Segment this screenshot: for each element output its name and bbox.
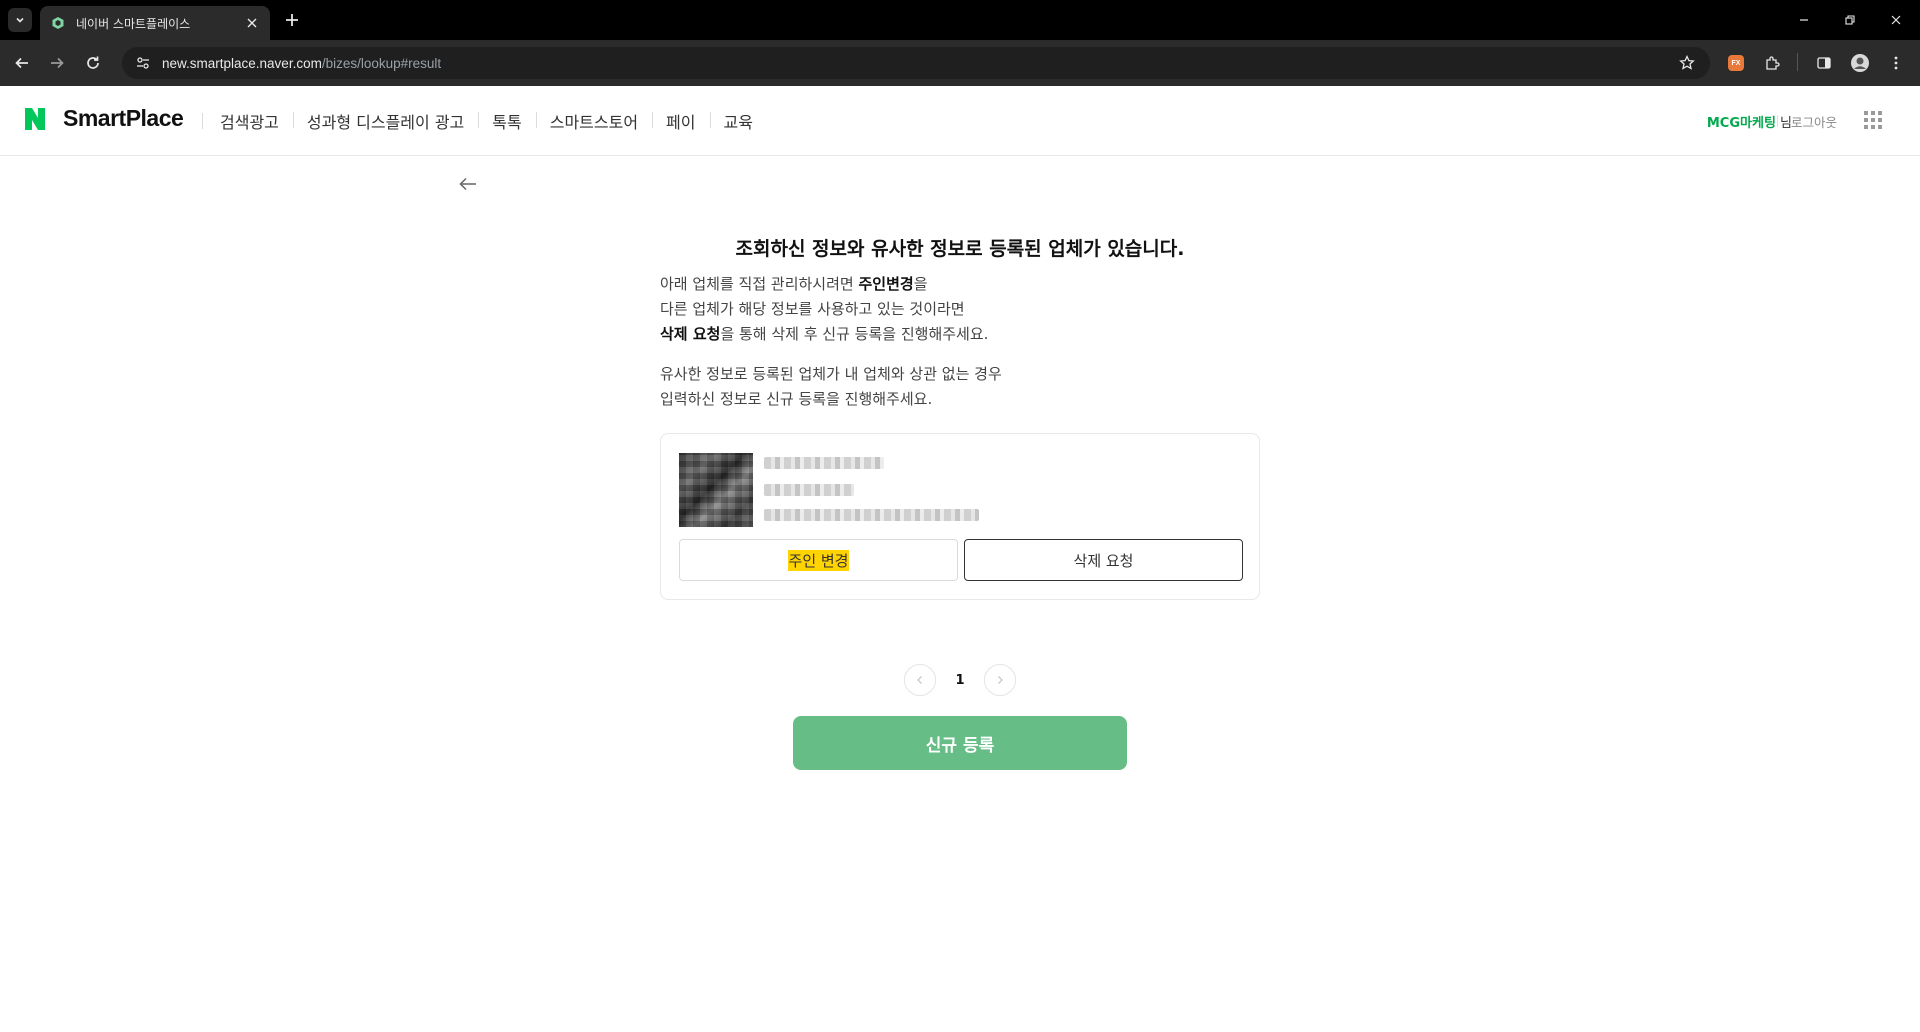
owner-change-button[interactable]: 주인 변경 [679,539,958,581]
site-header: SmartPlace 검색광고 성과형 디스플레이 광고 톡톡 스마트스토어 페… [0,86,1920,156]
new-tab-button[interactable] [282,10,302,30]
tab-title: 네이버 스마트플레이스 [76,16,191,31]
smartplace-logo[interactable]: SmartPlace [63,105,184,132]
toolbar-divider [1797,53,1798,71]
close-window-button[interactable] [1884,8,1908,32]
nav-display-ads[interactable]: 성과형 디스플레이 광고 [292,109,478,133]
redacted-business-name [764,457,884,469]
plus-icon [286,14,298,26]
business-result-card: 주인 변경 삭제 요청 [660,433,1260,600]
browser-tab[interactable]: 네이버 스마트플레이스 [40,6,270,40]
tab-search-button[interactable] [8,8,32,32]
nav-talktalk[interactable]: 톡톡 [478,109,535,133]
desc-text: 다른 업체가 해당 정보를 사용하고 있는 것이라면 [660,300,965,318]
browser-tab-strip: 네이버 스마트플레이스 [0,0,1920,40]
redacted-address [764,509,979,521]
desc-text: 아래 업체를 직접 관리하시려면 [660,275,859,293]
page-description: 아래 업체를 직접 관리하시려면 주인변경을 다른 업체가 해당 정보를 사용하… [660,272,1260,412]
more-menu-icon[interactable] [1884,51,1908,75]
delete-request-button[interactable]: 삭제 요청 [964,539,1243,581]
close-icon [1891,15,1901,25]
forward-button[interactable] [43,49,71,77]
url-path: /bizes/lookup#result [321,55,442,71]
prev-page-button[interactable] [904,664,936,696]
chevron-right-icon [998,676,1003,684]
current-page-number[interactable]: 1 [955,673,964,688]
owner-change-label: 주인 변경 [787,549,850,571]
reload-button[interactable] [79,49,107,77]
minimize-icon [1800,19,1808,21]
close-tab-icon[interactable] [244,15,260,31]
nav-search-ads[interactable]: 검색광고 [202,109,293,133]
redacted-phone [764,484,854,496]
description-paragraph-1: 아래 업체를 직접 관리하시려면 주인변경을 다른 업체가 해당 정보를 사용하… [660,272,1260,347]
fx-extension-icon[interactable]: FX [1724,51,1748,75]
chevron-down-icon [16,17,24,23]
desc-text: 유사한 정보로 등록된 업체가 내 업체와 상관 없는 경우 [660,365,1002,383]
nav-smartstore[interactable]: 스마트스토어 [535,109,652,133]
user-name[interactable]: MCG마케팅 [1707,116,1776,131]
desc-bold-owner-change: 주인변경 [858,275,914,293]
extensions-puzzle-icon[interactable] [1760,51,1784,75]
minimize-button[interactable] [1792,8,1816,32]
apps-grid-icon[interactable] [1864,111,1882,129]
site-info-icon[interactable] [132,52,154,74]
profile-avatar-icon[interactable] [1848,51,1872,75]
side-panel-icon[interactable] [1812,51,1836,75]
business-thumbnail [679,453,753,527]
pagination: 1 [904,664,1016,696]
description-paragraph-2: 유사한 정보로 등록된 업체가 내 업체와 상관 없는 경우 입력하신 정보로 … [660,362,1260,412]
new-registration-button[interactable]: 신규 등록 [793,716,1127,770]
card-actions: 주인 변경 삭제 요청 [679,539,1243,581]
nav-pay[interactable]: 페이 [652,109,709,133]
address-bar[interactable]: new.smartplace.naver.com/bizes/lookup#re… [122,47,1710,79]
user-greeting: MCG마케팅 님 [1707,112,1792,131]
desc-bold-delete-request: 삭제 요청 [660,325,721,343]
logout-link[interactable]: 로그아웃 [1791,112,1837,131]
arrow-left-icon [15,57,28,69]
back-arrow-button[interactable] [456,172,480,196]
browser-toolbar: new.smartplace.naver.com/bizes/lookup#re… [0,40,1920,86]
page-title: 조회하신 정보와 유사한 정보로 등록된 업체가 있습니다. [735,238,1185,260]
header-divider [1777,115,1778,127]
desc-text: 입력하신 정보로 신규 등록을 진행해주세요. [660,390,933,408]
naver-n-logo-icon[interactable] [25,108,45,130]
restore-button[interactable] [1838,8,1862,32]
arrow-left-icon [459,177,476,191]
desc-text: 을 [913,275,928,293]
chevron-left-icon [917,676,922,684]
restore-icon [1845,15,1855,25]
bookmark-star-icon[interactable] [1676,52,1698,74]
global-nav: 검색광고 성과형 디스플레이 광고 톡톡 스마트스토어 페이 교육 [202,86,767,156]
url-host: new.smartplace.naver.com [162,55,322,71]
reload-icon [87,56,99,69]
user-name-suffix: 님 [1775,116,1792,131]
desc-text: 을 통해 삭제 후 신규 등록을 진행해주세요. [720,325,989,343]
arrow-right-icon [51,57,64,69]
url-text: new.smartplace.naver.com/bizes/lookup#re… [162,56,441,71]
back-button[interactable] [8,49,36,77]
nav-education[interactable]: 교육 [709,109,767,133]
next-page-button[interactable] [983,664,1016,696]
smartplace-favicon-icon [50,15,66,31]
